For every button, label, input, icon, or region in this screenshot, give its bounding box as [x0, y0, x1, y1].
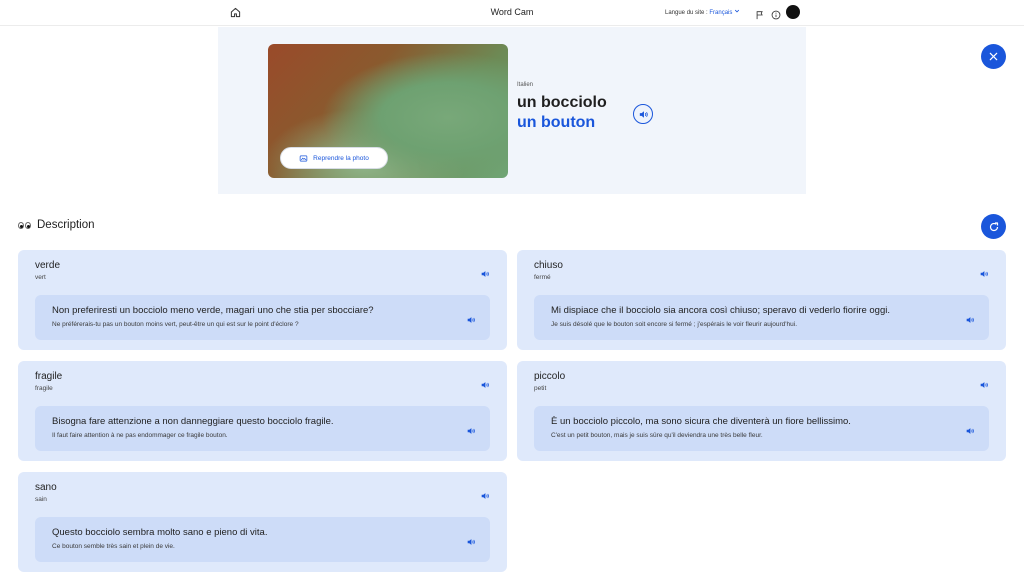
speaker-icon[interactable]: [466, 312, 476, 323]
top-bar: Word Cam Langue du site : Français: [0, 0, 1024, 26]
sentence-translation: Il faut faire attention à ne pas endomma…: [52, 432, 228, 439]
sentence-text: Non preferiresti un bocciolo meno verde,…: [52, 305, 374, 316]
site-language-select[interactable]: Français: [709, 9, 740, 16]
speaker-icon[interactable]: [466, 534, 476, 545]
site-language-label: Langue du site :: [665, 10, 708, 16]
refresh-icon: [989, 221, 998, 231]
sentence-translation: Je suis désolé que le bouton soit encore…: [551, 321, 798, 328]
speaker-icon[interactable]: [466, 423, 476, 434]
description-title: Description: [37, 219, 95, 231]
description-header: Description: [18, 219, 95, 231]
speaker-icon[interactable]: [480, 266, 490, 277]
sentence-translation: Ne préférerais-tu pas un bouton moins ve…: [52, 321, 299, 328]
card-translation: petit: [534, 385, 547, 392]
speaker-icon[interactable]: [965, 312, 975, 323]
card-translation: vert: [35, 274, 46, 281]
example-sentence: Bisogna fare attenzione a non danneggiar…: [35, 406, 490, 451]
retake-photo-label: Reprendre la photo: [313, 154, 369, 162]
card-word: sano: [35, 482, 57, 493]
info-icon[interactable]: [771, 7, 781, 20]
card-word: chiuso: [534, 260, 563, 271]
sentence-translation: Ce bouton semble très sain et plein de v…: [52, 543, 175, 550]
hero-section: Reprendre la photo Italien un bocciolo u…: [218, 27, 806, 194]
word-card-fragile: fragile fragile Bisogna fare attenzione …: [18, 361, 507, 461]
example-sentence: È un bocciolo piccolo, ma sono sicura ch…: [534, 406, 989, 451]
card-word: piccolo: [534, 371, 566, 382]
card-translation: sain: [35, 496, 47, 503]
example-sentence: Non preferiresti un bocciolo meno verde,…: [35, 295, 490, 340]
sentence-text: È un bocciolo piccolo, ma sono sicura ch…: [551, 416, 851, 427]
sentence-text: Mi dispiace che il bocciolo sia ancora c…: [551, 305, 891, 316]
speaker-icon[interactable]: [480, 488, 490, 499]
camera-icon: [299, 155, 308, 161]
site-language-value: Français: [709, 10, 733, 16]
app-title: Word Cam: [490, 7, 534, 17]
word-card-piccolo: piccolo petit È un bocciolo piccolo, ma …: [517, 361, 1006, 461]
sentence-translation: C'est un petit bouton, mais je suis sûre…: [551, 432, 763, 439]
card-translation: fragile: [35, 385, 53, 392]
word-card-sano: sano sain Questo bocciolo sembra molto s…: [18, 472, 507, 572]
flag-icon[interactable]: [755, 7, 765, 20]
sentence-text: Questo bocciolo sembra molto sano e pien…: [52, 527, 268, 538]
refresh-button[interactable]: [981, 214, 1006, 239]
example-sentence: Questo bocciolo sembra molto sano e pien…: [35, 517, 490, 562]
captured-photo: Reprendre la photo: [268, 44, 508, 178]
close-button[interactable]: [981, 44, 1006, 69]
speaker-icon[interactable]: [965, 423, 975, 434]
word-card-verde: verde vert Non preferiresti un bocciolo …: [18, 250, 507, 350]
speaker-icon[interactable]: [480, 377, 490, 388]
speaker-icon[interactable]: [979, 377, 989, 388]
word-translation: un bouton: [517, 114, 596, 131]
detected-word: un bocciolo: [517, 94, 607, 111]
card-translation: fermé: [534, 274, 551, 281]
example-sentence: Mi dispiace che il bocciolo sia ancora c…: [534, 295, 989, 340]
eyes-icon: [18, 221, 31, 229]
word-card-chiuso: chiuso fermé Mi dispiace che il bocciolo…: [517, 250, 1006, 350]
source-language-label: Italien: [517, 82, 534, 88]
chevron-down-icon: [734, 9, 740, 13]
close-icon: [989, 52, 998, 61]
card-word: verde: [35, 260, 61, 271]
site-language: Langue du site : Français: [665, 8, 740, 16]
retake-photo-button[interactable]: Reprendre la photo: [280, 147, 388, 169]
avatar[interactable]: [786, 5, 800, 19]
sentence-text: Bisogna fare attenzione a non danneggiar…: [52, 416, 334, 427]
card-word: fragile: [35, 371, 63, 382]
speaker-icon[interactable]: [979, 266, 989, 277]
speaker-icon[interactable]: [633, 104, 653, 124]
